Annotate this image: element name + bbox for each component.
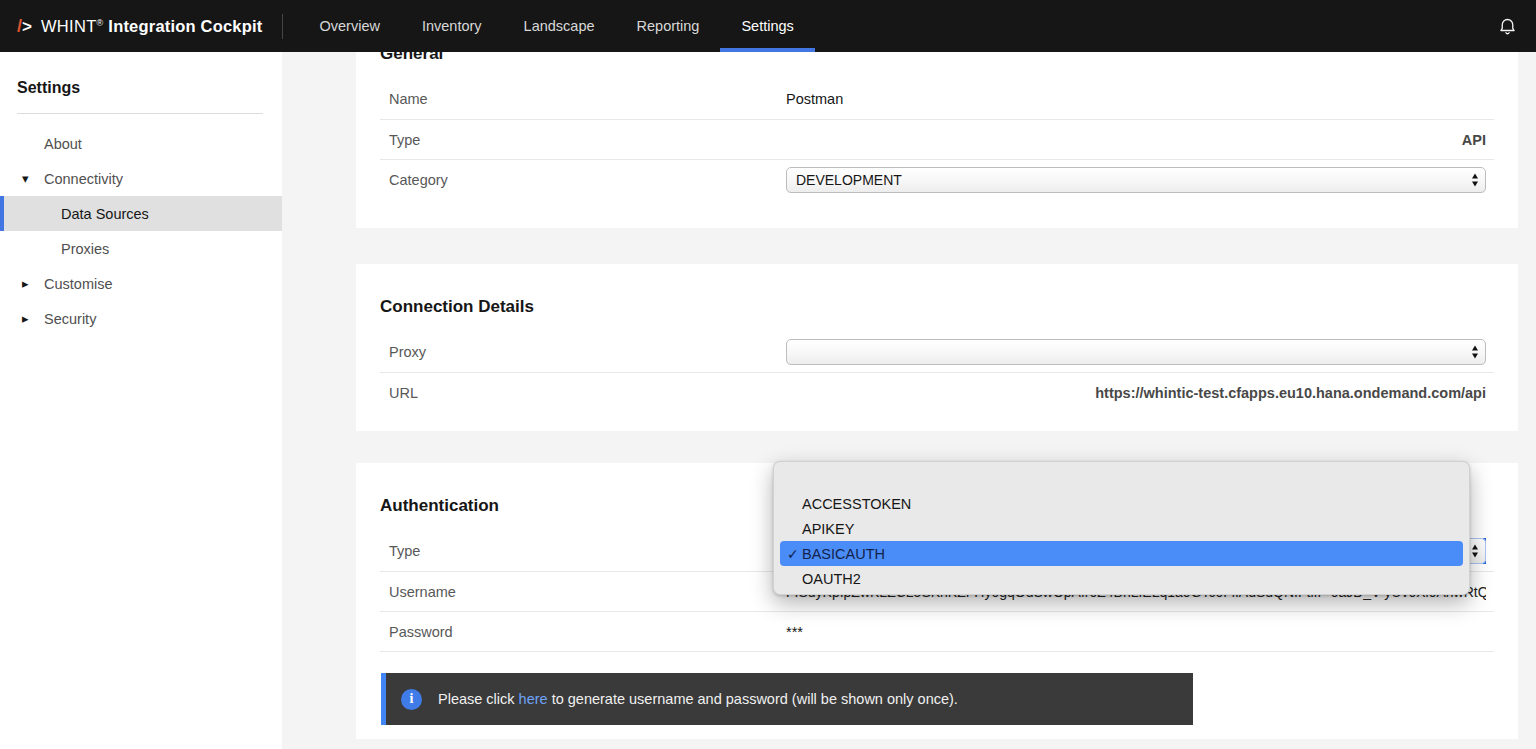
general-name-value: Postman	[786, 91, 1486, 107]
sidebar-item-label: Customise	[44, 276, 113, 292]
general-name-row: NamePostman	[380, 79, 1494, 119]
dropdown-option-label: OAUTH2	[802, 571, 861, 587]
connection-details-title: Connection Details	[380, 264, 1494, 317]
sidebar-item-about[interactable]: About	[0, 126, 282, 161]
general-type-label: Type	[389, 132, 786, 148]
dropdown-option-basicauth[interactable]: ✓BASICAUTH	[780, 541, 1463, 566]
connection-rows: Proxy URLhttps://whintic-test.cfapps.eu10…	[380, 332, 1494, 412]
dropdown-option-apikey[interactable]: ✓APIKEY	[774, 516, 1469, 541]
sidebar-divider	[17, 113, 263, 114]
sidebar-item-security[interactable]: ▸ Security	[0, 301, 282, 336]
authentication-username-label: Username	[389, 584, 786, 600]
select-stepper-icon	[1472, 346, 1478, 359]
sidebar-item-label: Proxies	[61, 241, 109, 257]
general-type-row: TypeAPI	[380, 119, 1494, 159]
dropdown-option-oauth2[interactable]: ✓OAUTH2	[774, 566, 1469, 591]
connection-url-value: https://whintic-test.cfapps.eu10.hana.on…	[786, 385, 1486, 401]
checkmark-placeholder: ✓	[787, 471, 802, 487]
info-banner-text: Please click here to generate username a…	[438, 691, 958, 707]
nav-tab-landscape[interactable]: Landscape	[503, 0, 616, 52]
app-header: />WHINT® Integration Cockpit OverviewInv…	[0, 0, 1536, 52]
general-rows: NamePostmanTypeAPICategoryDEVELOPMENT	[380, 79, 1494, 199]
general-card: General NamePostmanTypeAPICategoryDEVELO…	[356, 52, 1518, 228]
sidebar-item-label: Data Sources	[61, 206, 149, 222]
general-category-row: Category DEVELOPMENT	[380, 159, 1494, 199]
registered-trademark-symbol: ®	[97, 17, 104, 27]
notifications-button[interactable]	[1497, 16, 1518, 37]
generate-credentials-link[interactable]: here	[519, 691, 548, 707]
checkmark-placeholder: ✓	[787, 571, 802, 587]
sidebar-nav: About ▾ Connectivity Data Sources Proxies ▸ Cu…	[0, 126, 282, 336]
general-name-label: Name	[389, 91, 786, 107]
chevron-right-icon[interactable]: ▸	[22, 277, 36, 289]
dropdown-option-label: BASICAUTH	[802, 546, 885, 562]
authentication-password-row: Password***	[380, 611, 1494, 651]
logo-product: Integration Cockpit	[108, 17, 262, 36]
sidebar-item-data-sources[interactable]: Data Sources	[0, 196, 282, 231]
connection-proxy-value	[786, 339, 1486, 365]
connection-proxy-label: Proxy	[389, 344, 786, 360]
header-divider	[282, 14, 283, 39]
logo-brand: WHINT®	[41, 17, 108, 36]
dropdown-option-label: APIKEY	[802, 521, 854, 537]
chevron-right-icon[interactable]: ▸	[22, 312, 36, 324]
authentication-password-value: ***	[786, 624, 1486, 640]
bell-icon	[1497, 16, 1518, 37]
nav-tab-settings[interactable]: Settings	[720, 0, 814, 52]
app-logo: />WHINT® Integration Cockpit	[17, 16, 263, 37]
connection-proxy-select[interactable]	[786, 339, 1486, 365]
general-category-select-value: DEVELOPMENT	[796, 172, 902, 188]
info-banner: i Please click here to generate username…	[381, 673, 1193, 725]
dropdown-option-label: ACCESSTOKEN	[802, 496, 911, 512]
info-icon: i	[401, 689, 422, 710]
authentication-type-label: Type	[389, 543, 786, 559]
general-type-value: API	[786, 132, 1486, 148]
select-stepper-icon	[1472, 545, 1478, 558]
nav-tab-inventory[interactable]: Inventory	[401, 0, 503, 52]
logo-angle-mark: >	[22, 17, 32, 37]
sidebar-item-connectivity[interactable]: ▾ Connectivity	[0, 161, 282, 196]
general-category-select[interactable]: DEVELOPMENT	[786, 167, 1486, 193]
nav-tab-overview[interactable]: Overview	[299, 0, 401, 52]
general-title: General	[380, 52, 1494, 64]
main-content: General NamePostmanTypeAPICategoryDEVELO…	[282, 52, 1536, 749]
top-nav: OverviewInventoryLandscapeReportingSetti…	[299, 0, 815, 52]
sidebar-item-customise[interactable]: ▸ Customise	[0, 266, 282, 301]
general-category-value: DEVELOPMENT	[786, 167, 1486, 193]
sidebar-item-label: Connectivity	[44, 171, 123, 187]
sidebar-item-label: About	[44, 136, 82, 152]
connection-url-label: URL	[389, 385, 786, 401]
checkmark-placeholder: ✓	[787, 521, 802, 537]
select-stepper-icon	[1472, 173, 1478, 186]
chevron-down-icon[interactable]: ▾	[22, 172, 36, 184]
connection-details-card: Connection Details Proxy URLhttps://whint…	[356, 264, 1518, 431]
checkmark-placeholder: ✓	[787, 496, 802, 512]
connection-url-row: URLhttps://whintic-test.cfapps.eu10.hana…	[380, 372, 1494, 412]
type-select-dropdown: ✓✓ACCESSTOKEN✓APIKEY✓BASICAUTH✓OAUTH2	[773, 461, 1470, 595]
general-category-label: Category	[389, 172, 786, 188]
authentication-password-label: Password	[389, 624, 786, 640]
sidebar-item-label: Security	[44, 311, 96, 327]
connection-proxy-row: Proxy	[380, 332, 1494, 372]
checkmark-icon: ✓	[787, 546, 802, 562]
nav-tab-reporting[interactable]: Reporting	[616, 0, 721, 52]
sidebar-heading: Settings	[17, 80, 282, 96]
settings-sidebar: Settings About ▾ Connectivity Data Sources P…	[0, 52, 282, 749]
dropdown-option-accesstoken[interactable]: ✓ACCESSTOKEN	[774, 491, 1469, 516]
sidebar-item-proxies[interactable]: Proxies	[0, 231, 282, 266]
dropdown-option-empty[interactable]: ✓	[774, 466, 1469, 491]
